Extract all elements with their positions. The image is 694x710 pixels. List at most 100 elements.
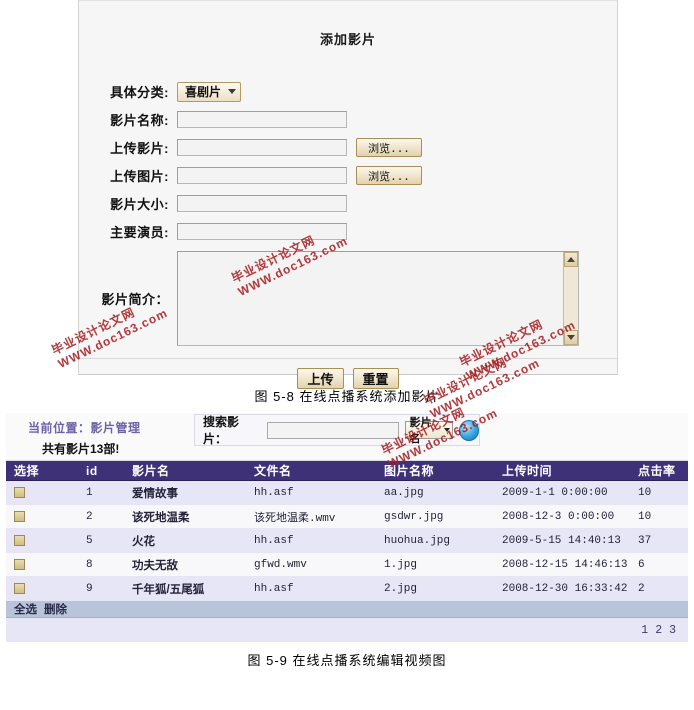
row-id: 9 (78, 576, 124, 601)
form-actions: 上传 重置 (79, 358, 617, 389)
row-file: 该死地温柔.wmv (246, 504, 376, 529)
page-link-3[interactable]: 3 (669, 624, 676, 637)
figure-2-caption: 图 5-9 在线点播系统编辑视频图 (247, 653, 447, 668)
browse-movie-button[interactable]: 浏览... (356, 138, 422, 157)
category-select-value: 喜剧片 (185, 85, 222, 99)
actors-label: 主要演员: (110, 225, 169, 240)
column-header-movie[interactable]: 影片名 (124, 461, 246, 481)
table-row[interactable]: 8 功夫无敌 gfwd.wmv 1.jpg 2008-12-15 14:46:1… (6, 552, 688, 577)
form-row-upload-movie: 上传影片: 浏览... (79, 134, 617, 161)
scroll-up-button[interactable] (564, 251, 578, 267)
row-movie[interactable]: 功夫无敌 (124, 552, 246, 577)
page-link-1[interactable]: 1 (641, 624, 648, 637)
column-header-file[interactable]: 文件名 (246, 461, 376, 481)
scroll-down-button[interactable] (564, 329, 578, 345)
row-id: 2 (78, 504, 124, 529)
row-time: 2009-5-15 14:40:13 (494, 528, 630, 553)
movie-table: 选择 id 影片名 文件名 图片名称 上传时间 点击率 1 爱情故事 hh.as… (6, 461, 688, 601)
chevron-down-icon (443, 428, 450, 432)
table-row[interactable]: 9 千年狐/五尾狐 hh.asf 2.jpg 2008-12-30 16:33:… (6, 576, 688, 601)
row-file: hh.asf (246, 576, 376, 601)
row-checkbox-cell[interactable] (6, 480, 78, 505)
page-link-2[interactable]: 2 (655, 624, 662, 637)
search-field-select-value: 影片名 (409, 417, 432, 445)
arrow-up-icon (567, 256, 575, 262)
table-row[interactable]: 5 火花 hh.asf huohua.jpg 2009-5-15 14:40:1… (6, 528, 688, 553)
table-footer-actions: 全选 删除 (6, 601, 688, 618)
row-checkbox-cell[interactable] (6, 552, 78, 577)
movie-count-text: 共有影片13部! (42, 442, 120, 456)
row-image: 2.jpg (376, 576, 494, 601)
row-file: hh.asf (246, 528, 376, 553)
column-header-select[interactable]: 选择 (6, 461, 78, 481)
table-row[interactable]: 2 该死地温柔 该死地温柔.wmv gsdwr.jpg 2008-12-3 0:… (6, 504, 688, 529)
row-hits: 2 (630, 576, 688, 601)
row-checkbox-cell[interactable] (6, 576, 78, 601)
movie-size-input[interactable] (177, 195, 347, 212)
table-header-row: 选择 id 影片名 文件名 图片名称 上传时间 点击率 (6, 461, 688, 481)
row-checkbox[interactable] (14, 558, 25, 570)
search-input[interactable] (266, 421, 399, 439)
row-image: huohua.jpg (376, 528, 494, 553)
search-label: 搜索影片： (203, 415, 240, 446)
form-row-upload-image: 上传图片: 浏览... (79, 162, 617, 189)
intro-label: 影片简介： (101, 291, 169, 307)
row-image: aa.jpg (376, 480, 494, 505)
row-time: 2008-12-15 14:46:13 (494, 552, 630, 577)
intro-scrollbar[interactable] (563, 251, 578, 345)
row-movie[interactable]: 千年狐/五尾狐 (124, 576, 246, 601)
admin-toolbar: 当前位置：影片管理 共有影片13部! 搜索影片： 影片名 (6, 413, 688, 461)
row-time: 2009-1-1 0:00:00 (494, 480, 630, 505)
row-time: 2008-12-30 16:33:42 (494, 576, 630, 601)
intro-textarea[interactable] (177, 250, 579, 346)
category-label: 具体分类: (110, 85, 169, 100)
row-checkbox[interactable] (14, 534, 25, 546)
arrow-down-icon (567, 334, 575, 340)
select-all-link[interactable]: 全选 (14, 601, 37, 617)
movie-name-label: 影片名称: (110, 113, 169, 128)
delete-link[interactable]: 删除 (44, 601, 67, 617)
row-checkbox[interactable] (14, 582, 25, 594)
chevron-down-icon (228, 89, 237, 94)
actors-input[interactable] (177, 223, 347, 240)
add-movie-form: 具体分类: 喜剧片 影片名称: 上传影片: 浏览... 上传图片: 浏览... … (79, 78, 617, 389)
search-field-select[interactable]: 影片名 (404, 417, 453, 445)
upload-movie-label: 上传影片: (110, 141, 169, 156)
page-title: 添加影片 (319, 32, 376, 47)
row-image: gsdwr.jpg (376, 504, 494, 529)
row-checkbox-cell[interactable] (6, 504, 78, 529)
row-hits: 37 (630, 528, 688, 553)
form-row-movie-name: 影片名称: (79, 106, 617, 133)
movie-name-input[interactable] (177, 111, 347, 128)
pagination: 1 2 3 (6, 618, 688, 642)
row-movie[interactable]: 火花 (124, 528, 246, 553)
row-movie[interactable]: 爱情故事 (124, 480, 246, 505)
row-file: gfwd.wmv (246, 552, 376, 577)
column-header-time[interactable]: 上传时间 (494, 461, 630, 481)
category-select[interactable]: 喜剧片 (177, 81, 242, 102)
breadcrumb: 当前位置：影片管理 (28, 421, 141, 435)
form-row-category: 具体分类: 喜剧片 (79, 78, 617, 105)
row-hits: 6 (630, 552, 688, 577)
row-hits: 10 (630, 504, 688, 529)
row-checkbox[interactable] (14, 510, 25, 522)
table-row[interactable]: 1 爱情故事 hh.asf aa.jpg 2009-1-1 0:00:00 10 (6, 480, 688, 505)
search-icon[interactable] (458, 419, 480, 441)
upload-movie-input[interactable] (177, 139, 347, 156)
column-header-hits[interactable]: 点击率 (630, 461, 688, 481)
row-checkbox[interactable] (14, 486, 25, 498)
browse-image-button[interactable]: 浏览... (356, 166, 422, 185)
row-id: 5 (78, 528, 124, 553)
row-id: 1 (78, 480, 124, 505)
row-image: 1.jpg (376, 552, 494, 577)
row-hits: 10 (630, 480, 688, 505)
figure-1-caption: 图 5-8 在线点播系统添加影片 (254, 389, 440, 404)
row-movie[interactable]: 该死地温柔 (124, 504, 246, 529)
add-movie-panel: 添加影片 具体分类: 喜剧片 影片名称: 上传影片: 浏览... 上传图片: 浏… (78, 0, 618, 389)
form-row-intro: 影片简介： (79, 248, 617, 348)
upload-image-input[interactable] (177, 167, 347, 184)
row-id: 8 (78, 552, 124, 577)
column-header-id[interactable]: id (78, 461, 124, 481)
row-checkbox-cell[interactable] (6, 528, 78, 553)
column-header-image[interactable]: 图片名称 (376, 461, 494, 481)
